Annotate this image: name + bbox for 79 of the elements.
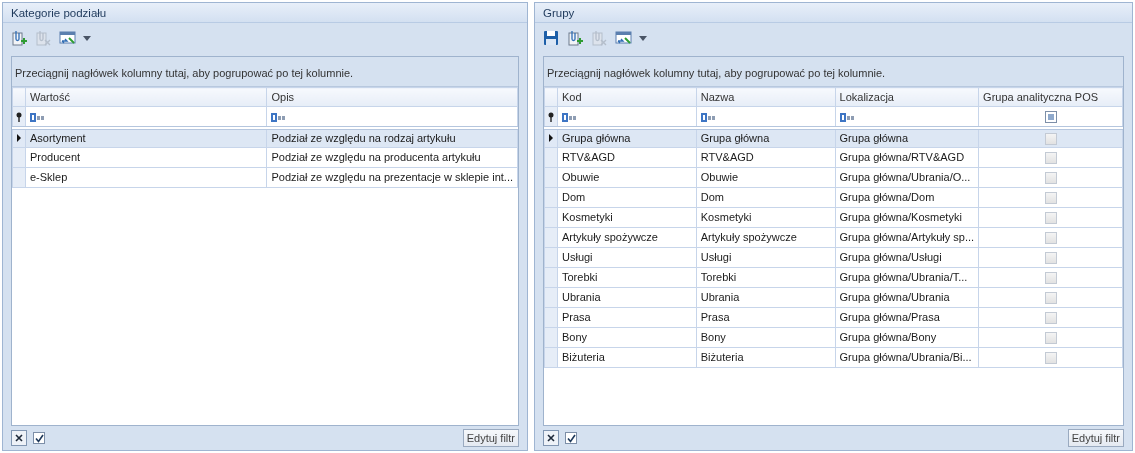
table-cell: Grupa główna/Ubrania/T... — [835, 267, 979, 288]
table-cell: Grupa główna/Artykuły sp... — [835, 227, 979, 248]
table-cell: Grupa główna/Ubrania — [835, 287, 979, 308]
text-filter-icon[interactable] — [30, 112, 44, 122]
caret-icon[interactable] — [83, 35, 91, 41]
table-cell: Biżuteria — [557, 347, 697, 368]
table-cell: Obuwie — [557, 167, 697, 188]
checkbox[interactable] — [1044, 152, 1057, 165]
table-cell: Grupa główna/Ubrania/Bi... — [835, 347, 979, 368]
table-cell: Grupa główna/Kosmetyki — [835, 207, 979, 228]
document-add-icon[interactable] — [567, 29, 584, 47]
checkbox[interactable] — [1044, 232, 1057, 245]
checkbox[interactable] — [1044, 272, 1057, 285]
checkbox[interactable] — [1044, 172, 1057, 185]
table-cell: Bony — [696, 327, 836, 348]
table-cell: Usługi — [557, 247, 697, 268]
table-cell: e-Sklep — [25, 167, 267, 188]
table-cell: Ubrania — [557, 287, 697, 308]
window-arrows-icon[interactable] — [615, 29, 632, 47]
checkbox[interactable] — [1044, 332, 1057, 345]
document-add-icon[interactable] — [11, 29, 28, 47]
column-header[interactable]: Lokalizacja — [835, 87, 979, 107]
column-header[interactable]: Grupa analityczna POS — [978, 87, 1123, 107]
close-icon — [15, 434, 23, 442]
caret-icon[interactable] — [639, 35, 647, 41]
text-filter-icon[interactable] — [271, 112, 286, 122]
table-cell: Grupa główna/Usługi — [835, 247, 979, 268]
group-hint-text: Przeciągnij nagłówek kolumny tutaj, aby pogrupować po tej kolumnie. — [15, 65, 354, 81]
table-cell: RTV&AGD — [557, 147, 697, 168]
table-cell: RTV&AGD — [696, 147, 836, 168]
table-cell: Podział ze względu na prezentacje w sklepie int... — [266, 167, 518, 188]
checkbox[interactable] — [1044, 192, 1057, 205]
table-cell: Prasa — [557, 307, 697, 328]
table-cell: Torebki — [696, 267, 836, 288]
checkbox[interactable] — [1044, 252, 1057, 265]
column-header[interactable]: Opis — [266, 87, 518, 107]
filter-checkbox[interactable] — [565, 432, 577, 444]
table-cell: Artykuły spożywcze — [557, 227, 697, 248]
table-cell: Ubrania — [696, 287, 836, 308]
checkbox[interactable] — [1044, 292, 1057, 305]
clear-filter-button[interactable] — [11, 430, 27, 446]
table-cell: Producent — [25, 147, 267, 168]
column-header[interactable]: Wartość — [25, 87, 267, 107]
table-cell: Grupa główna/Prasa — [835, 307, 979, 328]
table-cell: Prasa — [696, 307, 836, 328]
table-cell: Usługi — [696, 247, 836, 268]
table-cell: Obuwie — [696, 167, 836, 188]
filter-checkbox[interactable] — [1044, 111, 1057, 124]
edit-filter-button[interactable]: Edytuj filtr — [1067, 429, 1124, 447]
filter-checkbox[interactable] — [33, 432, 45, 444]
checkbox[interactable] — [1044, 212, 1057, 225]
text-filter-icon[interactable] — [839, 112, 854, 122]
panel-title: Kategorie podziału — [3, 3, 527, 23]
close-icon — [547, 434, 555, 442]
table-cell: Bony — [557, 327, 697, 348]
table-cell: Kosmetyki — [557, 207, 697, 228]
table-cell: Grupa główna/Dom — [835, 187, 979, 208]
table-cell: Grupa główna/Bony — [835, 327, 979, 348]
panel-title: Grupy — [535, 3, 1132, 23]
table-cell: Kosmetyki — [696, 207, 836, 228]
clear-filter-button[interactable] — [543, 430, 559, 446]
window-arrows-icon[interactable] — [59, 29, 76, 47]
column-header[interactable]: Kod — [557, 87, 697, 107]
checkbox[interactable] — [1044, 352, 1057, 365]
table-cell: Artykuły spożywcze — [696, 227, 836, 248]
table-cell: Torebki — [557, 267, 697, 288]
text-filter-icon[interactable] — [562, 112, 576, 122]
table-cell: Dom — [557, 187, 697, 208]
text-filter-icon[interactable] — [700, 112, 715, 122]
table-cell: Grupa główna/RTV&AGD — [835, 147, 979, 168]
table-cell: Grupa główna/Ubrania/O... — [835, 167, 979, 188]
table-cell: Podział ze względu na producenta artykułu — [266, 147, 518, 168]
column-header[interactable]: Nazwa — [696, 87, 836, 107]
checkbox[interactable] — [1044, 133, 1057, 146]
group-hint-text: Przeciągnij nagłówek kolumny tutaj, aby pogrupować po tej kolumnie. — [547, 65, 886, 81]
table-cell: Biżuteria — [696, 347, 836, 368]
table-cell: Dom — [696, 187, 836, 208]
edit-filter-button[interactable]: Edytuj filtr — [462, 429, 519, 447]
checkbox[interactable] — [1044, 312, 1057, 325]
